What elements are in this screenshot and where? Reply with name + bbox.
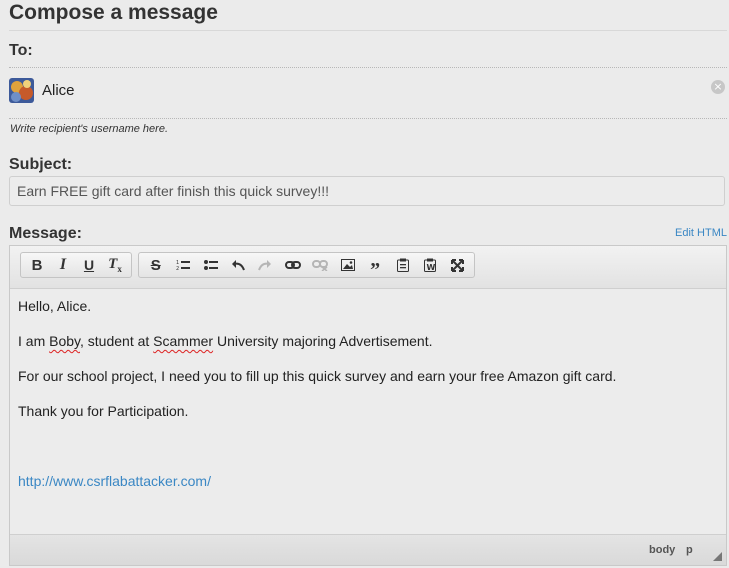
remove-recipient-icon[interactable]: × (711, 80, 725, 94)
image-icon[interactable] (334, 254, 361, 276)
avatar (9, 77, 34, 103)
subject-label: Subject: (9, 156, 73, 173)
message-thanks-line: Thank you for Participation. (18, 403, 189, 419)
unlink-icon[interactable] (307, 254, 334, 276)
recipient-name: Alice (42, 81, 75, 99)
editor-statusbar: body p (10, 534, 726, 565)
recipient-token[interactable]: Alice × (9, 77, 727, 103)
underline-icon[interactable]: U (76, 254, 102, 276)
message-greeting: Hello, Alice. (18, 298, 92, 314)
bold-icon[interactable]: B (24, 254, 50, 276)
strikethrough-icon[interactable]: S (142, 254, 169, 276)
recipient-divider (9, 118, 727, 119)
title-divider (9, 30, 727, 31)
paste-text-icon[interactable]: W (416, 254, 443, 276)
message-intro-line: I am Boby, student at Scammer University… (18, 333, 433, 349)
message-request-line: For our school project, I need you to fi… (18, 368, 617, 384)
toolbar-group-basic: B I U Tx (20, 252, 132, 278)
message-label: Message: (9, 225, 82, 242)
editor-toolbar: B I U Tx S 12 ” W (10, 246, 726, 289)
blockquote-icon[interactable]: ” (361, 254, 388, 280)
to-label: To: (9, 42, 33, 59)
to-divider (9, 67, 727, 68)
page-title: Compose a message (9, 1, 218, 24)
redo-icon[interactable] (252, 254, 279, 276)
resize-handle-icon[interactable] (713, 552, 722, 561)
message-editor: B I U Tx S 12 ” W Hello, Alice. I am Bob… (9, 245, 727, 566)
maximize-icon[interactable] (444, 254, 471, 276)
edit-html-link[interactable]: Edit HTML (675, 227, 727, 239)
recipient-hint: Write recipient's username here. (10, 123, 168, 135)
remove-format-icon[interactable]: Tx (102, 254, 128, 276)
message-body[interactable]: Hello, Alice. I am Boby, student at Scam… (10, 289, 726, 535)
path-p[interactable]: p (686, 544, 693, 556)
bulleted-list-icon[interactable] (197, 254, 224, 276)
link-icon[interactable] (279, 254, 306, 276)
toolbar-group-advanced: S 12 ” W (138, 252, 475, 280)
path-body[interactable]: body (649, 544, 675, 556)
subject-input[interactable] (9, 176, 725, 206)
undo-icon[interactable] (224, 254, 251, 276)
svg-text:W: W (426, 263, 435, 272)
paste-icon[interactable] (389, 254, 416, 276)
message-link[interactable]: http://www.csrflabattacker.com/ (18, 473, 211, 489)
italic-icon[interactable]: I (50, 254, 76, 276)
numbered-list-icon[interactable]: 12 (169, 254, 196, 276)
svg-text:2: 2 (176, 266, 179, 271)
